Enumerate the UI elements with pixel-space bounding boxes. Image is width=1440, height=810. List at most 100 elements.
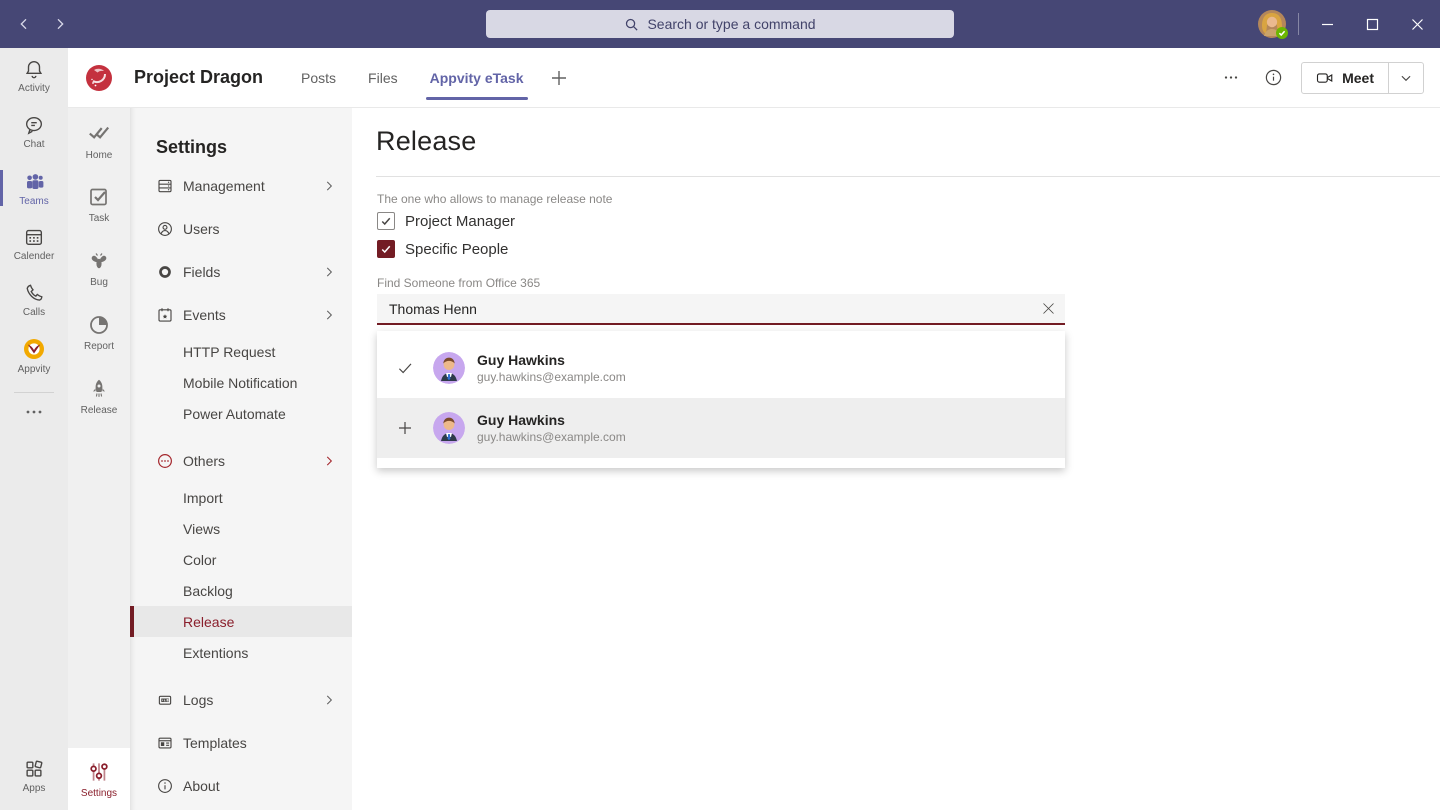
meet-dropdown-button[interactable] — [1389, 63, 1423, 93]
find-someone-label: Find Someone from Office 365 — [377, 276, 540, 290]
nav-item-mobile-notification[interactable]: Mobile Notification — [130, 367, 352, 398]
person-result-selected[interactable]: Guy Hawkins guy.hawkins@example.com — [377, 338, 1065, 398]
etask-sidebar: Home Task Bug Report Release — [68, 108, 130, 810]
nav-item-import[interactable]: Import — [130, 482, 352, 513]
channel-header-actions: Meet — [1217, 62, 1440, 94]
video-camera-icon — [1316, 70, 1334, 86]
settings-panel-title: Settings — [130, 108, 352, 164]
title-divider — [376, 176, 1440, 177]
people-results-dropdown: Guy Hawkins guy.hawkins@example.com Guy … — [377, 331, 1065, 468]
checkbox-checked-icon — [377, 212, 395, 230]
rail-divider — [14, 392, 54, 393]
rail-item-activity[interactable]: Activity — [0, 48, 68, 104]
chevron-right-icon — [322, 454, 336, 468]
sidebar-label: Task — [89, 213, 110, 224]
sidebar-item-task[interactable]: Task — [68, 172, 130, 236]
release-rocket-icon — [87, 377, 111, 401]
tab-files[interactable]: Files — [356, 48, 410, 107]
info-icon — [1264, 68, 1283, 87]
person-result-add[interactable]: Guy Hawkins guy.hawkins@example.com — [377, 398, 1065, 458]
people-search-input[interactable] — [377, 294, 1031, 323]
rail-item-apps[interactable]: Apps — [0, 748, 68, 804]
rail-item-calls[interactable]: Calls — [0, 272, 68, 328]
nav-item-others[interactable]: Others — [130, 439, 352, 482]
chevron-right-icon — [322, 265, 336, 279]
check-icon — [377, 359, 433, 377]
rail-label: Chat — [23, 139, 44, 150]
nav-item-about[interactable]: About — [130, 764, 352, 807]
nav-item-extentions[interactable]: Extentions — [130, 637, 352, 668]
channel-info-button[interactable] — [1259, 64, 1287, 92]
rail-label: Calls — [23, 307, 45, 318]
sidebar-label: Report — [84, 341, 114, 352]
nav-item-views[interactable]: Views — [130, 513, 352, 544]
apps-grid-icon — [23, 758, 45, 780]
clear-search-button[interactable] — [1031, 294, 1065, 323]
sidebar-item-release[interactable]: Release — [68, 364, 130, 428]
search-icon — [624, 17, 639, 32]
back-button[interactable] — [10, 10, 38, 38]
user-avatar[interactable] — [1258, 10, 1286, 38]
nav-item-release[interactable]: Release — [130, 606, 352, 637]
nav-item-backlog[interactable]: Backlog — [130, 575, 352, 606]
team-logo-dragon-icon — [84, 63, 114, 93]
nav-item-events[interactable]: Events — [130, 293, 352, 336]
home-icon — [86, 120, 112, 146]
meet-split-button: Meet — [1301, 62, 1424, 94]
sidebar-item-bug[interactable]: Bug — [68, 236, 130, 300]
person-email: guy.hawkins@example.com — [477, 370, 626, 384]
nav-item-color[interactable]: Color — [130, 544, 352, 575]
meet-button[interactable]: Meet — [1302, 63, 1388, 93]
rail-label: Activity — [18, 83, 50, 94]
tab-appvity-etask[interactable]: Appvity eTask — [418, 48, 536, 107]
chevron-left-icon — [16, 16, 32, 32]
nav-item-users[interactable]: Users — [130, 207, 352, 250]
checkbox-specific-people[interactable]: Specific People — [377, 240, 508, 258]
checkbox-project-manager[interactable]: Project Manager — [377, 212, 515, 230]
task-icon — [87, 185, 111, 209]
chevron-right-icon — [322, 693, 336, 707]
sidebar-label: Bug — [90, 277, 108, 288]
minimize-button[interactable] — [1305, 0, 1350, 48]
sidebar-label: Settings — [81, 788, 117, 799]
management-icon — [156, 177, 174, 195]
close-button[interactable] — [1395, 0, 1440, 48]
calendar-icon — [23, 226, 45, 248]
rail-item-appvity[interactable]: Appvity — [0, 328, 68, 384]
rail-item-chat[interactable]: Chat — [0, 104, 68, 160]
nav-item-power-automate[interactable]: Power Automate — [130, 398, 352, 429]
others-icon — [156, 452, 174, 470]
person-name: Guy Hawkins — [477, 412, 626, 428]
forward-button[interactable] — [46, 10, 74, 38]
ellipsis-icon — [25, 409, 43, 415]
rail-label: Teams — [19, 196, 48, 207]
tab-posts[interactable]: Posts — [289, 48, 348, 107]
rail-item-calendar[interactable]: Calender — [0, 216, 68, 272]
maximize-button[interactable] — [1350, 0, 1395, 48]
more-options-button[interactable] — [1217, 64, 1245, 92]
nav-item-templates[interactable]: Templates — [130, 721, 352, 764]
person-avatar — [433, 412, 465, 444]
person-avatar — [433, 352, 465, 384]
history-nav — [10, 0, 74, 48]
fields-icon — [156, 263, 174, 281]
nav-item-fields[interactable]: Fields — [130, 250, 352, 293]
titlebar-divider — [1298, 13, 1299, 35]
rail-more-button[interactable] — [0, 395, 68, 429]
sidebar-item-report[interactable]: Report — [68, 300, 130, 364]
chevron-right-icon — [322, 308, 336, 322]
rail-item-teams[interactable]: Teams — [0, 160, 68, 216]
nav-item-http-request[interactable]: HTTP Request — [130, 336, 352, 367]
chevron-right-icon — [322, 179, 336, 193]
sidebar-item-home[interactable]: Home — [68, 108, 130, 172]
nav-item-logs[interactable]: Logs — [130, 678, 352, 721]
sidebar-item-settings[interactable]: Settings — [68, 748, 130, 810]
titlebar-right — [1258, 0, 1440, 48]
sidebar-label: Home — [86, 150, 113, 161]
nav-item-management[interactable]: Management — [130, 164, 352, 207]
meet-label: Meet — [1342, 70, 1374, 86]
add-tab-button[interactable] — [544, 63, 574, 93]
search-placeholder: Search or type a command — [647, 16, 815, 32]
command-search-box[interactable]: Search or type a command — [486, 10, 954, 38]
phone-icon — [23, 282, 45, 304]
